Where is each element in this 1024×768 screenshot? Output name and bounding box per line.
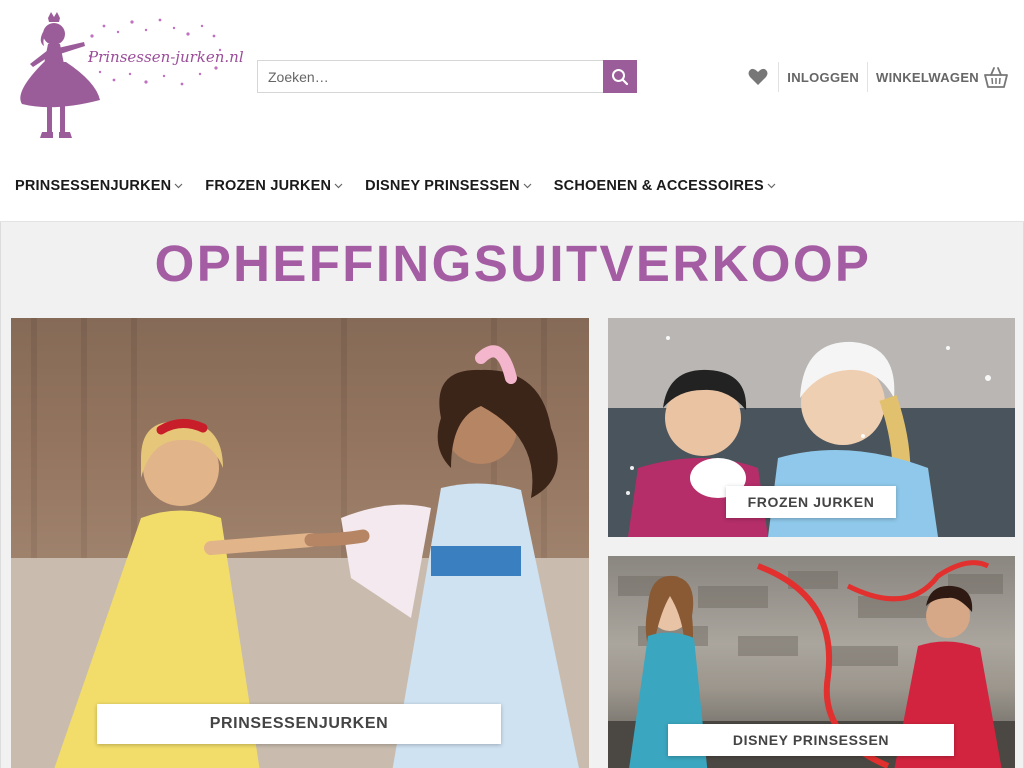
category-tile-frozen-jurken[interactable]: FROZEN JURKEN [608, 318, 1015, 537]
nav-item-frozen-jurken[interactable]: FROZEN JURKEN [205, 178, 343, 194]
nav-item-label: DISNEY PRINSESSEN [365, 178, 520, 194]
main-content: OPHEFFINGSUITVERKOOP PRINSESSENJURKEN FR… [0, 222, 1024, 768]
page-title: OPHEFFINGSUITVERKOOP [154, 235, 872, 292]
main-nav: PRINSESSENJURKEN FROZEN JURKEN DISNEY PR… [15, 178, 798, 194]
search-bar [257, 60, 637, 93]
nav-item-label: FROZEN JURKEN [205, 178, 332, 194]
cart-label: WINKELWAGEN [876, 69, 979, 85]
tile-label-prinsessenjurken[interactable]: PRINSESSENJURKEN [97, 704, 501, 744]
site-header: Prinsessen-jurken.nl INLOGGEN WINKELWAGE… [0, 0, 1024, 222]
chevron-down-icon [334, 183, 343, 189]
chevron-down-icon [523, 183, 532, 189]
chevron-down-icon [174, 183, 183, 189]
tile-photo [11, 318, 589, 768]
nav-item-schoenen-accessoires[interactable]: SCHOENEN & ACCESSOIRES [554, 178, 776, 194]
login-link[interactable]: INLOGGEN [779, 70, 867, 85]
nav-item-label: SCHOENEN & ACCESSOIRES [553, 178, 764, 194]
category-tile-disney-prinsessen[interactable]: DISNEY PRINSESSEN [608, 556, 1015, 768]
chevron-down-icon [767, 183, 776, 189]
nav-item-label: PRINSESSENJURKEN [15, 178, 172, 194]
category-tile-prinsessenjurken[interactable]: PRINSESSENJURKEN [11, 318, 589, 768]
site-logo[interactable]: Prinsessen-jurken.nl [14, 12, 244, 144]
header-actions: INLOGGEN WINKELWAGEN [747, 62, 1008, 92]
search-icon [612, 68, 629, 85]
search-input[interactable] [257, 60, 603, 93]
tile-label-frozen-jurken[interactable]: FROZEN JURKEN [726, 486, 896, 518]
search-button[interactable] [603, 60, 637, 93]
nav-item-prinsessenjurken[interactable]: PRINSESSENJURKEN [15, 178, 183, 194]
princess-silhouette-icon [20, 12, 222, 138]
wishlist-button[interactable] [747, 67, 769, 87]
logo-text: Prinsessen-jurken.nl [88, 48, 244, 66]
heart-icon [748, 68, 768, 85]
basket-icon [984, 67, 1008, 88]
cart-button[interactable]: WINKELWAGEN [868, 66, 1008, 88]
tile-label-disney-prinsessen[interactable]: DISNEY PRINSESSEN [668, 724, 954, 756]
nav-item-disney-prinsessen[interactable]: DISNEY PRINSESSEN [365, 178, 532, 194]
